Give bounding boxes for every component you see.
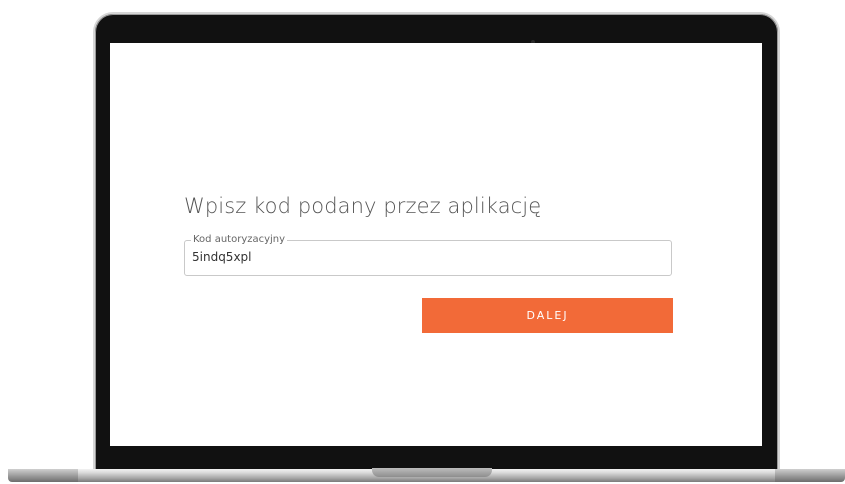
laptop-base-left-edge <box>8 469 78 482</box>
auth-code-label: Kod autoryzacyjny <box>191 234 288 246</box>
laptop-base-right-edge <box>775 469 845 482</box>
auth-code-field[interactable]: Kod autoryzacyjny <box>184 234 672 276</box>
laptop-hinge-notch <box>372 468 492 477</box>
page-title: Wpisz kod podany przez aplikację <box>184 194 542 218</box>
laptop-mockup: Wpisz kod podany przez aplikację Kod aut… <box>0 0 845 484</box>
auth-code-input[interactable] <box>192 250 662 264</box>
next-button[interactable]: DALEJ <box>422 298 673 333</box>
laptop-screen: Wpisz kod podany przez aplikację Kod aut… <box>110 43 762 446</box>
